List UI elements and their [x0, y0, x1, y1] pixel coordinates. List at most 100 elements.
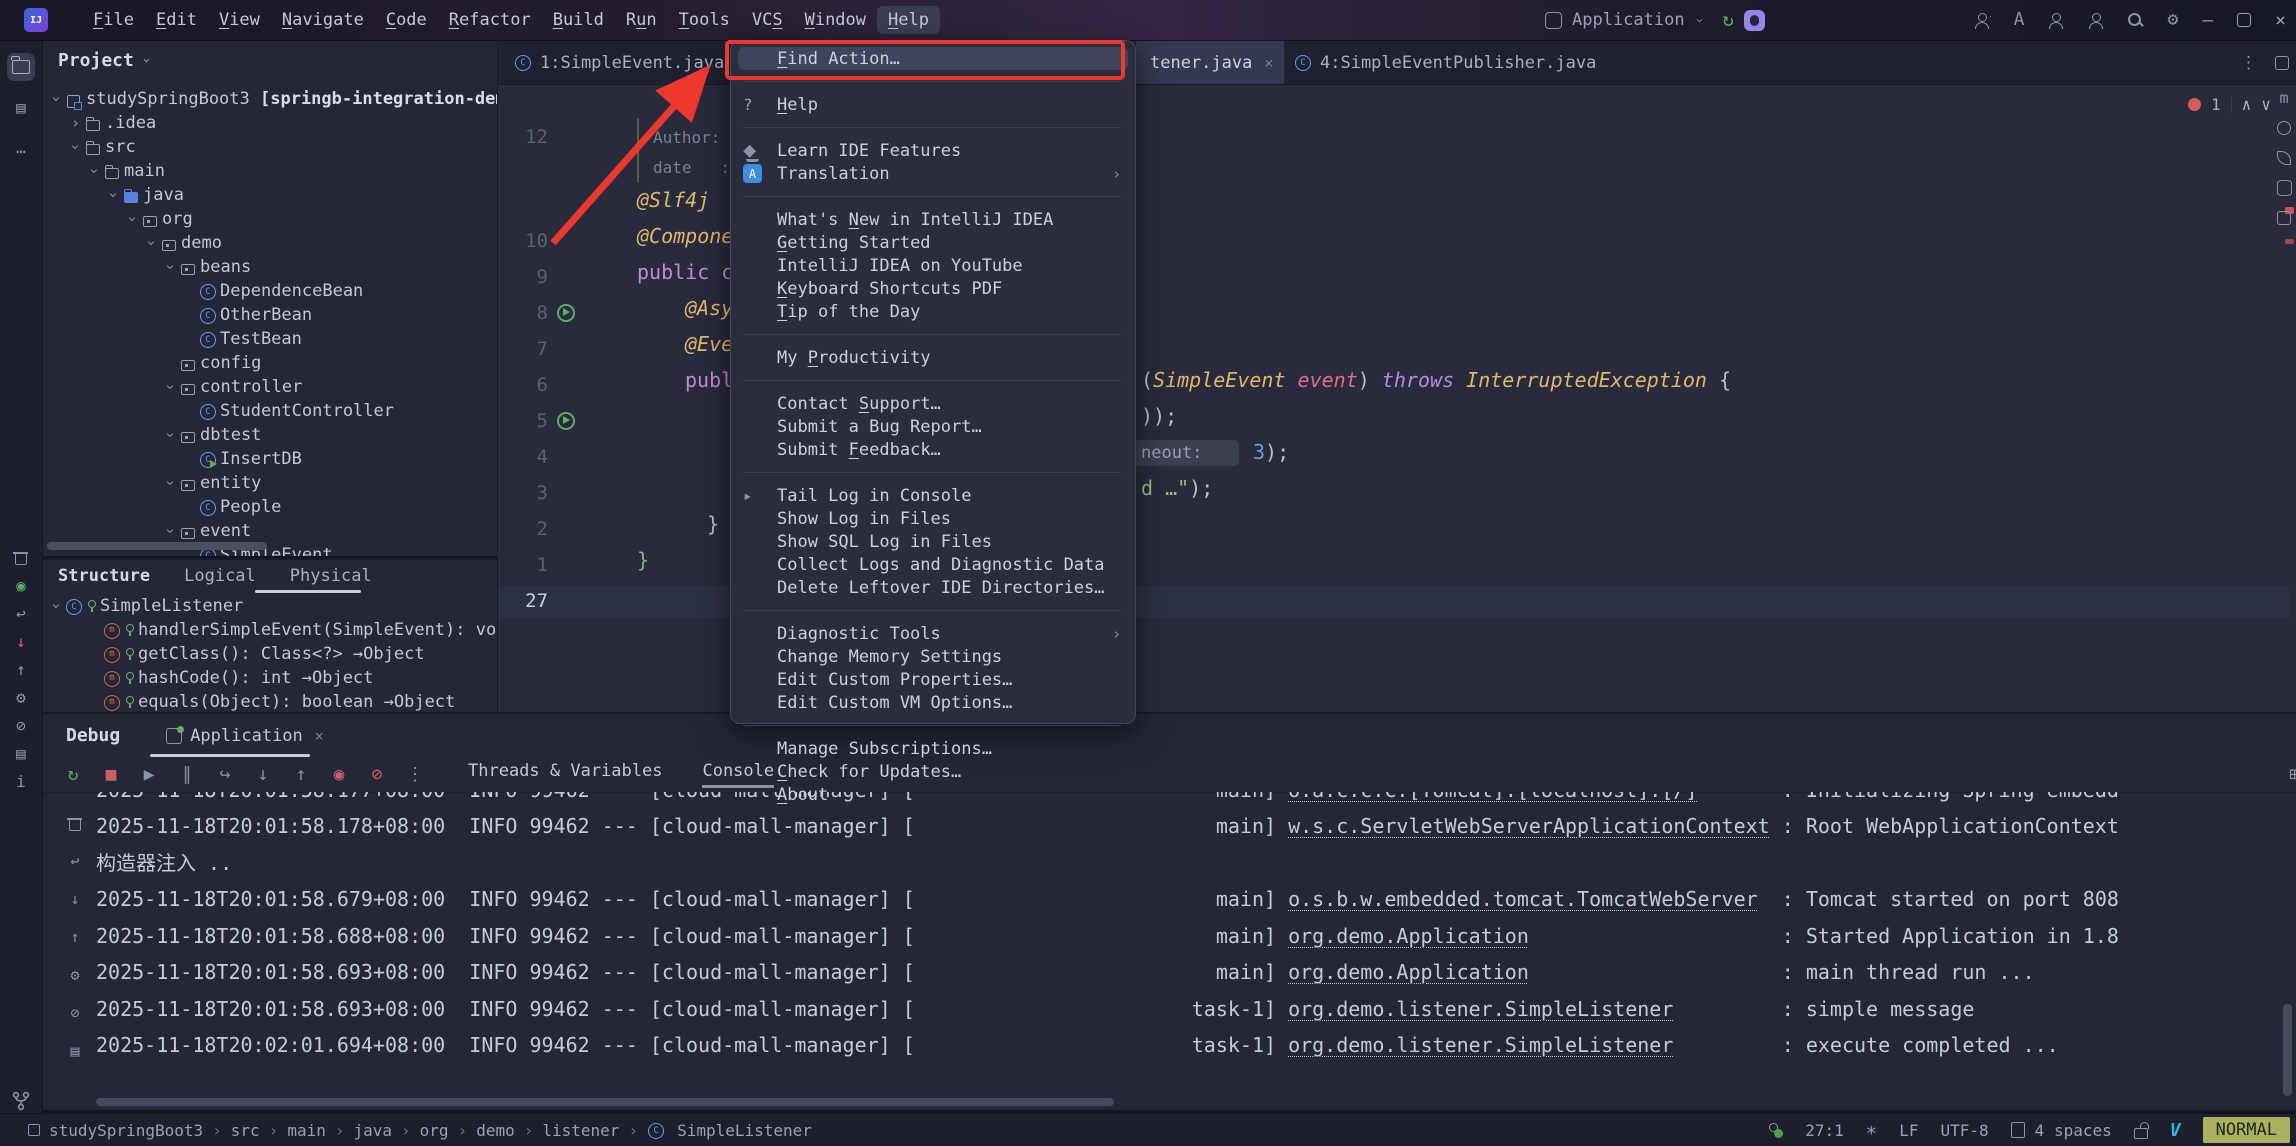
structure-tool-window-button[interactable]: ▤ [7, 93, 35, 121]
vim-plugin-icon[interactable]: V [2170, 1120, 2181, 1141]
translate-icon[interactable]: A [2014, 11, 2025, 29]
tree-chevron-icon[interactable] [67, 114, 84, 132]
menu-bar-item[interactable]: Edit [145, 6, 208, 34]
line-number[interactable]: 27 [498, 588, 548, 614]
menu-bar-item[interactable]: VCS [741, 6, 794, 34]
caret-position[interactable]: 27:1 [1805, 1121, 1844, 1140]
project-tree-item[interactable]: TestBean [42, 327, 497, 351]
more-tool-windows-button[interactable]: ⋯ [7, 137, 35, 165]
maven-icon[interactable]: m [2272, 86, 2296, 110]
menu-item[interactable]: About [731, 783, 1135, 806]
tree-chevron-icon[interactable] [48, 90, 65, 108]
console-history-icon[interactable]: ▤ [64, 1040, 86, 1062]
menu-item[interactable]: Submit Feedback… [731, 438, 1135, 461]
console-class-link[interactable]: w.s.c.ServletWebServerApplicationContext [1288, 814, 1770, 838]
close-tab-icon[interactable]: × [315, 727, 324, 745]
pause-icon[interactable]: ∥ [176, 764, 198, 785]
editor-tab[interactable]: 4:SimpleEventPublisher.java [1280, 41, 1610, 84]
clear-icon[interactable] [7, 543, 35, 571]
project-tree-item[interactable]: entity [42, 471, 497, 495]
project-tree-item[interactable]: OtherBean [42, 303, 497, 327]
menu-item[interactable]: Submit a Bug Report… [731, 415, 1135, 438]
branch-icon[interactable] [7, 1087, 35, 1115]
project-tree-item[interactable]: src [42, 135, 497, 159]
menu-item[interactable]: Change Memory Settings [731, 645, 1135, 668]
structure-item[interactable]: equals(Object): boolean →Object [42, 690, 497, 714]
scroll-down-icon[interactable]: ↓ [7, 627, 35, 655]
rerun-icon[interactable]: ↻ [1722, 9, 1733, 31]
spring-icon[interactable] [2272, 146, 2296, 170]
console-filter-icon[interactable]: ⊘ [64, 1002, 86, 1024]
menu-item[interactable]: Show Log in Files [731, 507, 1135, 530]
console-class-link[interactable]: org.demo.Application [1288, 924, 1529, 948]
project-tree-item[interactable]: org [42, 207, 497, 231]
menu-item[interactable]: IntelliJ IDEA on YouTube [731, 254, 1135, 277]
menu-item[interactable] [731, 461, 1135, 484]
tab-physical[interactable]: Physical [290, 566, 372, 586]
run-class-gutter-icon[interactable] [557, 304, 575, 322]
menu-item[interactable]: Contact Support… [731, 392, 1135, 415]
menu-item[interactable]: Collect Logs and Diagnostic Data [731, 553, 1135, 576]
project-horizontal-scrollbar[interactable] [47, 542, 267, 550]
console-class-link[interactable]: o.s.b.w.embedded.tomcat.TomcatWebServer [1288, 887, 1758, 911]
menu-item[interactable]: Help [731, 93, 1135, 116]
breadcrumb-item[interactable]: main [287, 1121, 326, 1140]
project-tree-item[interactable]: event [42, 519, 497, 543]
console-horizontal-scrollbar[interactable] [96, 1098, 1114, 1106]
tree-chevron-icon[interactable] [124, 210, 141, 228]
file-encoding[interactable]: UTF-8 [1941, 1121, 1989, 1140]
menu-item[interactable]: Tip of the Day [731, 300, 1135, 323]
menu-bar-item[interactable]: Help [877, 6, 940, 34]
project-tree-item[interactable]: beans [42, 255, 497, 279]
line-number[interactable]: 9 [498, 264, 548, 290]
mute-breakpoints-icon[interactable]: ⊘ [366, 764, 388, 785]
line-number[interactable]: 1 [498, 552, 548, 578]
menu-bar-item[interactable]: File [82, 6, 145, 34]
menu-item[interactable] [731, 70, 1135, 93]
console-class-link[interactable]: org.demo.listener.SimpleListener [1288, 997, 1673, 1021]
breadcrumb-item[interactable]: SimpleListener [677, 1121, 812, 1140]
menu-item[interactable]: Check for Updates… [731, 760, 1135, 783]
menu-item[interactable]: My Productivity [731, 346, 1135, 369]
tree-chevron-icon[interactable] [67, 138, 84, 156]
previous-highlight-icon[interactable]: ∧ [2242, 95, 2252, 114]
scroll-to-end-icon[interactable]: ↓ [64, 888, 86, 910]
tree-chevron-icon[interactable] [86, 162, 103, 180]
editor-tab[interactable]: 1:SimpleEvent.java [500, 41, 738, 84]
clear-console-icon[interactable] [64, 812, 86, 834]
line-number[interactable]: 5 [498, 408, 548, 434]
project-tree-item[interactable]: controller [42, 375, 497, 399]
project-tool-window-button[interactable] [7, 53, 35, 81]
structure-item[interactable]: hashCode(): int →Object [42, 666, 497, 690]
menu-item[interactable]: Show SQL Log in Files [731, 530, 1135, 553]
view-breakpoints-icon[interactable]: ◉ [328, 764, 350, 785]
menu-item[interactable]: Manage Subscriptions… [731, 737, 1135, 760]
layout-settings-icon[interactable]: ⊞ [2289, 764, 2296, 785]
breadcrumb-item[interactable]: src [231, 1121, 260, 1140]
menu-item[interactable]: Edit Custom VM Options… [731, 691, 1135, 714]
project-tree-item[interactable]: .idea [42, 111, 497, 135]
project-tree-item[interactable]: java [42, 183, 497, 207]
tree-chevron-icon[interactable] [162, 474, 179, 492]
tab-logical[interactable]: Logical [184, 566, 256, 586]
account-icon[interactable] [2088, 13, 2104, 27]
search-icon[interactable] [2128, 13, 2143, 28]
menu-item[interactable]: Diagnostic Tools › [731, 622, 1135, 645]
unlock-icon[interactable] [2134, 1128, 2148, 1139]
tree-chevron-icon[interactable] [48, 597, 65, 615]
step-out-icon[interactable]: ↑ [290, 764, 312, 785]
project-tree-item[interactable]: main [42, 159, 497, 183]
breadcrumb-item[interactable]: org [420, 1121, 449, 1140]
line-number[interactable]: 12 [498, 124, 548, 150]
minimize-button[interactable]: — [2202, 10, 2213, 31]
breadcrumb-item[interactable]: listener [542, 1121, 619, 1140]
menu-item[interactable]: Getting Started [731, 231, 1135, 254]
menu-item[interactable]: Find Action… [738, 47, 1128, 70]
tree-chevron-icon[interactable] [143, 234, 160, 252]
breadcrumb-item[interactable]: demo [476, 1121, 515, 1140]
line-number[interactable]: 4 [498, 444, 548, 470]
debug-tool-window-button[interactable]: ◉ [7, 571, 35, 599]
soft-wrap-icon[interactable]: ↩ [7, 599, 35, 627]
ai-plugin-icon[interactable]: ∗ [1866, 1119, 1877, 1141]
structure-item[interactable]: handlerSimpleEvent(SimpleEvent): void [42, 618, 497, 642]
